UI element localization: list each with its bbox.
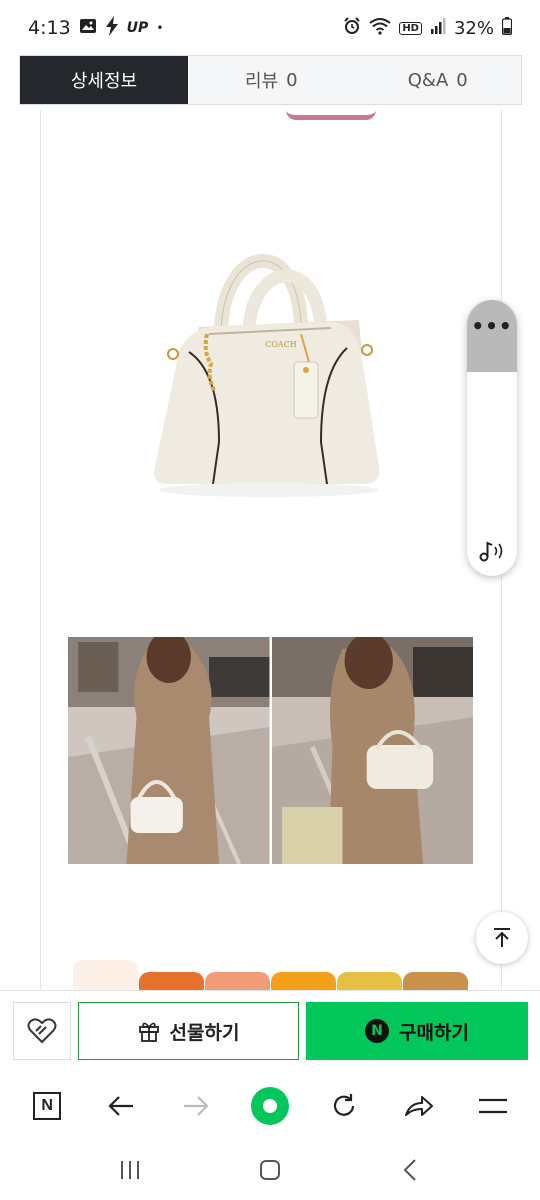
- hd-badge: HD: [399, 21, 422, 35]
- heart-check-icon: [27, 1018, 57, 1044]
- menu-button[interactable]: [471, 1084, 515, 1128]
- tab-qna[interactable]: Q&A 0: [355, 56, 522, 104]
- tab-qna-count: 0: [456, 69, 468, 91]
- wishlist-button[interactable]: [13, 1002, 71, 1060]
- swatch-mustard: [337, 972, 402, 990]
- tab-details[interactable]: 상세정보: [20, 56, 188, 104]
- share-button[interactable]: [397, 1084, 441, 1128]
- share-icon: [404, 1096, 433, 1116]
- gift-label: 선물하기: [169, 1021, 240, 1044]
- brand-logo: COACH: [265, 340, 297, 349]
- swatch-cream: [73, 960, 138, 990]
- browser-toolbar: N: [0, 1072, 540, 1140]
- chevron-left-icon: [403, 1159, 416, 1181]
- green-dot-icon: [250, 1087, 289, 1125]
- swatch-tan: [403, 972, 468, 990]
- product-bag-image: COACH: [154, 253, 380, 497]
- system-home-button[interactable]: [248, 1148, 292, 1192]
- more-dots-icon: •••: [471, 314, 513, 338]
- swatch-orange: [139, 972, 204, 990]
- notification-dot: •: [156, 21, 164, 35]
- home-square-icon: [260, 1160, 280, 1180]
- gift-icon: [138, 1022, 159, 1042]
- floating-side-panel: •••: [467, 300, 517, 576]
- tab-details-label: 상세정보: [70, 71, 138, 92]
- swatch-amber: [271, 972, 336, 990]
- status-time: 4:13: [28, 17, 71, 39]
- naver-pay-icon: N: [365, 1019, 390, 1043]
- product-detail-content: COACH: [40, 110, 502, 990]
- model-photo-pair: [68, 637, 473, 864]
- naver-n-icon: N: [33, 1092, 62, 1120]
- tab-reviews-label: 리뷰: [244, 71, 279, 92]
- image-icon: [79, 17, 97, 40]
- tab-reviews[interactable]: 리뷰 0: [188, 56, 355, 104]
- more-menu-button[interactable]: •••: [467, 300, 517, 372]
- tab-reviews-count: 0: [286, 69, 298, 91]
- forward-button[interactable]: [174, 1084, 218, 1128]
- previous-image-strap: [286, 110, 376, 120]
- battery-icon: [501, 16, 513, 40]
- gift-button[interactable]: 선물하기: [78, 1002, 299, 1060]
- model-photo-left: [68, 637, 270, 864]
- battery-percent: 32%: [453, 17, 494, 39]
- swatch-salmon: [205, 972, 270, 990]
- bolt-icon: [105, 15, 119, 41]
- tab-qna-label: Q&A: [407, 69, 449, 91]
- back-button[interactable]: [99, 1084, 143, 1128]
- product-tabs: 상세정보 리뷰 0 Q&A 0: [19, 55, 522, 105]
- up-label: UP: [126, 20, 149, 36]
- purchase-bar: 선물하기 N 구매하기: [0, 990, 540, 1072]
- android-nav-bar: [0, 1140, 540, 1200]
- color-swatch-row: [73, 960, 493, 990]
- arrow-up-icon: [494, 928, 510, 947]
- music-sound-icon: [479, 541, 503, 562]
- model-photo-right: [271, 637, 473, 864]
- audio-read-button[interactable]: [467, 536, 517, 566]
- green-dot-button[interactable]: [248, 1084, 292, 1128]
- arrow-left-icon: [108, 1096, 134, 1116]
- refresh-button[interactable]: [322, 1084, 366, 1128]
- naver-home-button[interactable]: N: [25, 1084, 69, 1128]
- recents-button[interactable]: [108, 1148, 152, 1192]
- refresh-icon: [334, 1094, 355, 1116]
- status-bar: 4:13 UP • HD 32%: [0, 0, 540, 56]
- wifi-icon: [369, 17, 391, 40]
- scroll-top-button[interactable]: [476, 912, 528, 964]
- recents-icon: [121, 1161, 139, 1179]
- buy-label: 구매하기: [399, 1021, 469, 1044]
- alarm-icon: [343, 16, 361, 40]
- signal-icon: [430, 17, 446, 39]
- system-back-button[interactable]: [388, 1148, 432, 1192]
- hamburger-menu-icon: [478, 1098, 507, 1114]
- arrow-right-icon: [183, 1096, 209, 1116]
- buy-button[interactable]: N 구매하기: [306, 1002, 528, 1060]
